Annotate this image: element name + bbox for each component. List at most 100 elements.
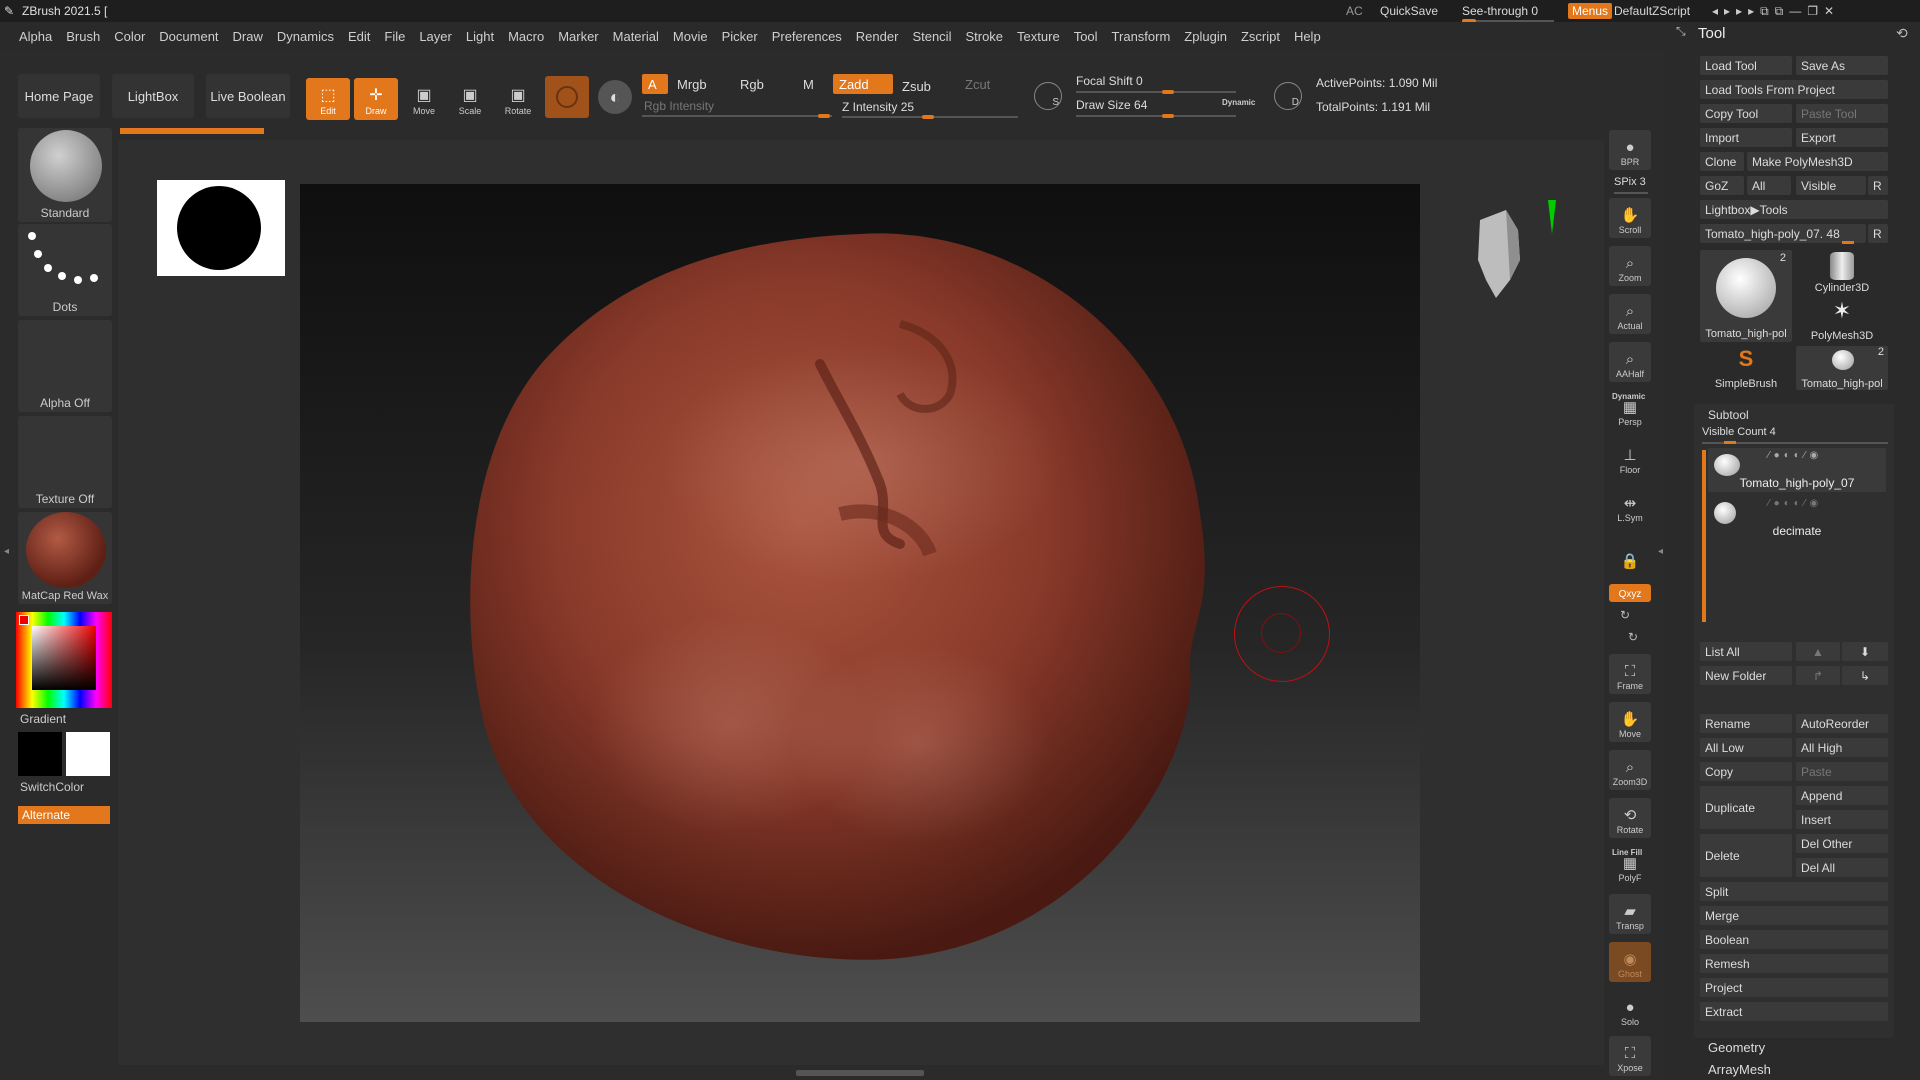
paste-subtool-button[interactable]: Paste	[1796, 762, 1888, 781]
spix-slider[interactable]: SPix 3	[1614, 176, 1646, 188]
zoom-button[interactable]: ⌕ Zoom	[1609, 246, 1651, 286]
tool-thumb-tomato-2[interactable]: 2 Tomato_high-pol	[1796, 346, 1888, 390]
window-controls[interactable]: ◂▸ ▸▸ ⧉ ⧉ — ❐ ✕	[1712, 0, 1840, 22]
lock-button[interactable]: 🔒	[1609, 534, 1651, 574]
new-folder-button[interactable]: New Folder	[1700, 666, 1792, 685]
see-through-slider[interactable]: See-through 0	[1462, 0, 1554, 23]
focal-shift-knob[interactable]	[1162, 90, 1174, 94]
menu-draw[interactable]: Draw	[233, 29, 263, 44]
tool-thumb-simplebrush[interactable]: S SimpleBrush	[1700, 346, 1792, 390]
draw-size-slider[interactable]: Draw Size 64	[1076, 98, 1147, 112]
remesh-menu[interactable]: Remesh	[1700, 954, 1888, 973]
material-swatch-button[interactable]	[545, 76, 589, 118]
primary-color-swatch[interactable]	[18, 732, 62, 776]
autoreorder-button[interactable]: AutoReorder	[1796, 714, 1888, 733]
menu-render[interactable]: Render	[856, 29, 899, 44]
lightbox-button[interactable]: LightBox	[112, 74, 194, 118]
menu-layer[interactable]: Layer	[419, 29, 452, 44]
menu-material[interactable]: Material	[613, 29, 659, 44]
floor-button[interactable]: ⊥ Floor	[1609, 438, 1651, 478]
lsym-button[interactable]: ⇹ L.Sym	[1609, 486, 1651, 526]
copy-subtool-button[interactable]: Copy	[1700, 762, 1792, 781]
menu-picker[interactable]: Picker	[722, 29, 758, 44]
move-view-button[interactable]: ✋ Move	[1609, 702, 1651, 742]
xpose-button[interactable]: ⛶ Xpose	[1609, 1036, 1651, 1076]
append-button[interactable]: Append	[1796, 786, 1888, 805]
z-rotate-icon[interactable]: ↻	[1628, 630, 1638, 644]
save-as-button[interactable]: Save As	[1796, 56, 1888, 75]
solo-button[interactable]: ● Solo	[1609, 990, 1651, 1030]
menu-marker[interactable]: Marker	[558, 29, 598, 44]
ghost-button[interactable]: ◉ Ghost	[1609, 942, 1651, 982]
transp-button[interactable]: ▰ Transp	[1609, 894, 1651, 934]
window-layout2-icon[interactable]: ▸▸	[1736, 4, 1760, 18]
menu-zplugin[interactable]: Zplugin	[1184, 29, 1227, 44]
draw-mode-button[interactable]: ✛ Draw	[354, 78, 398, 120]
gradient-label[interactable]: Gradient	[20, 712, 66, 726]
scale-mode-button[interactable]: ▣ Scale	[448, 78, 492, 120]
actual-button[interactable]: ⌕ Actual	[1609, 294, 1651, 334]
menu-light[interactable]: Light	[466, 29, 494, 44]
current-tool-r-button[interactable]: R	[1868, 224, 1888, 243]
draw-size-knob[interactable]	[1162, 114, 1174, 118]
menu-file[interactable]: File	[384, 29, 405, 44]
menu-brush[interactable]: Brush	[66, 29, 100, 44]
persp-button[interactable]: ▦ Persp	[1609, 390, 1651, 430]
mrgb-mode-button[interactable]: Mrgb	[671, 74, 731, 94]
color-saturation-square[interactable]	[32, 626, 96, 690]
subtool-item-decimate[interactable]: ⁄●◐◐⁄◉ decimate	[1708, 496, 1886, 540]
zadd-mode-button[interactable]: Zadd	[833, 74, 893, 94]
left-collapse-icon[interactable]: ◂	[4, 546, 9, 557]
menu-texture[interactable]: Texture	[1017, 29, 1060, 44]
frame-button[interactable]: ⛶ Frame	[1609, 654, 1651, 694]
zcut-mode-button[interactable]: Zcut	[959, 74, 1009, 94]
rgb-intensity-slider[interactable]: Rgb Intensity	[638, 96, 828, 116]
tool-thumb-polymesh[interactable]: ✶ PolyMesh3D	[1796, 298, 1888, 342]
all-low-button[interactable]: All Low	[1700, 738, 1792, 757]
menu-stroke[interactable]: Stroke	[965, 29, 1003, 44]
polyf-button[interactable]: ▦ PolyF	[1609, 846, 1651, 886]
rgb-intensity-knob[interactable]	[818, 114, 830, 118]
menu-movie[interactable]: Movie	[673, 29, 708, 44]
close-icon[interactable]: ✕	[1824, 4, 1840, 18]
live-boolean-button[interactable]: Live Boolean	[206, 74, 290, 118]
brush-selector[interactable]: Standard	[18, 128, 112, 222]
folder-down-icon[interactable]: ↳	[1842, 666, 1888, 685]
geometry-section[interactable]: Geometry	[1708, 1040, 1765, 1055]
minimize-icon[interactable]: —	[1789, 4, 1807, 18]
window-layout-icon[interactable]: ◂▸	[1712, 4, 1736, 18]
menu-zscript[interactable]: Zscript	[1241, 29, 1280, 44]
m-mode-button[interactable]: M	[797, 74, 827, 94]
maximize-icon[interactable]: ❐	[1807, 4, 1824, 18]
z-intensity-slider[interactable]: Z Intensity 25	[836, 97, 1016, 117]
orientation-gizmo[interactable]	[1466, 178, 1560, 300]
project-menu[interactable]: Project	[1700, 978, 1888, 997]
right-collapse-icon[interactable]: ◂	[1658, 546, 1663, 557]
goz-all-button[interactable]: All	[1747, 176, 1791, 195]
lightbox-tools-button[interactable]: Lightbox▶Tools	[1700, 200, 1888, 219]
color-sphere-button[interactable]: ◐	[598, 80, 632, 114]
alpha-selector[interactable]: Alpha Off	[18, 320, 112, 412]
load-tools-from-project-button[interactable]: Load Tools From Project	[1700, 80, 1888, 99]
arraymesh-section[interactable]: ArrayMesh	[1708, 1062, 1771, 1077]
rename-button[interactable]: Rename	[1700, 714, 1792, 733]
y-rotate-icon[interactable]: ↻	[1620, 608, 1630, 622]
quicksave-button[interactable]: QuickSave	[1380, 0, 1438, 22]
menu-alpha[interactable]: Alpha	[19, 29, 52, 44]
goz-button[interactable]: GoZ	[1700, 176, 1744, 195]
folder-up-icon[interactable]: ↱	[1796, 666, 1840, 685]
bottom-tray-handle[interactable]	[796, 1070, 924, 1076]
list-all-button[interactable]: List All	[1700, 642, 1792, 661]
subtool-item-tomato[interactable]: ⁄●◐◐⁄◉ Tomato_high-poly_07	[1708, 448, 1886, 492]
dynamic-toggle[interactable]: Dynamic	[1222, 98, 1255, 107]
tool-thumb-tomato[interactable]: 2 Tomato_high-pol	[1700, 250, 1792, 342]
del-all-button[interactable]: Del All	[1796, 858, 1888, 877]
edit-mode-button[interactable]: ⬚ Edit	[306, 78, 350, 120]
import-button[interactable]: Import	[1700, 128, 1792, 147]
split-menu[interactable]: Split	[1700, 882, 1888, 901]
texture-selector[interactable]: Texture Off	[18, 416, 112, 508]
subtool-toggles-icon-2[interactable]: ⁄●◐◐⁄◉	[1768, 498, 1822, 509]
merge-menu[interactable]: Merge	[1700, 906, 1888, 925]
extract-menu[interactable]: Extract	[1700, 1002, 1888, 1021]
pin-icon[interactable]: ⤡	[1676, 24, 1686, 39]
